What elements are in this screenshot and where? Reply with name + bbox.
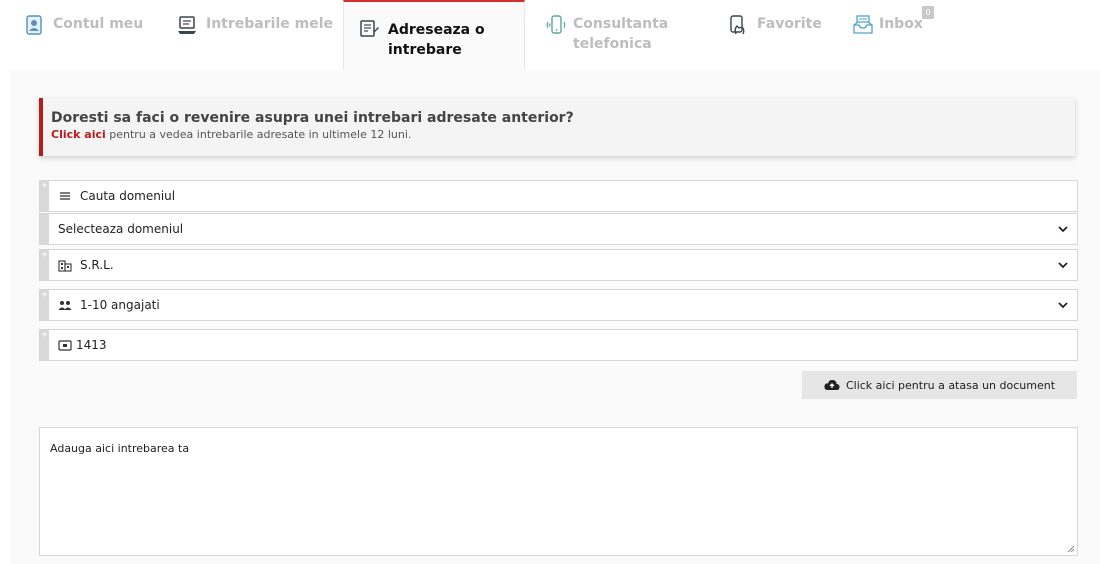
tab-adreseaza-intrebare[interactable]: Adreseaza o intrebare: [343, 0, 525, 70]
cloud-upload-icon: [824, 379, 840, 390]
required-bar: [40, 214, 49, 244]
employees-select[interactable]: * 1-10 angajati: [39, 289, 1078, 321]
notice-subtitle: Click aici pentru a vedea intrebarile ad…: [51, 127, 1075, 143]
tab-contul-meu[interactable]: Contul meu: [23, 0, 153, 70]
ask-question-panel: Doresti sa faci o revenire asupra unei i…: [10, 70, 1100, 564]
required-marker: *: [40, 250, 49, 280]
tab-label: Intrebarile mele: [206, 16, 333, 32]
ask-question-icon: [360, 20, 379, 37]
tab-label: Inbox: [879, 16, 923, 32]
required-marker: *: [40, 290, 49, 320]
tab-consultanta-telefonica[interactable]: Consultanta telefonica: [545, 0, 685, 70]
attach-document-button[interactable]: Click aici pentru a atasa un document: [802, 371, 1077, 399]
account-icon: [26, 15, 42, 35]
tab-favorite[interactable]: Favorite: [727, 0, 837, 70]
question-textarea[interactable]: Adauga aici intrebarea ta: [39, 427, 1078, 556]
menu-lines-icon: [60, 192, 70, 200]
chevron-down-icon: [1058, 226, 1068, 233]
caen-code-input[interactable]: 1413: [76, 338, 1077, 352]
chevron-down-icon: [1058, 302, 1068, 309]
employees-value: 1-10 angajati: [80, 298, 160, 312]
required-marker: *: [40, 181, 49, 211]
domain-search-input[interactable]: Cauta domeniul: [80, 189, 1077, 203]
chevron-down-icon: [1058, 262, 1068, 269]
domain-search-field[interactable]: * Cauta domeniul: [39, 180, 1078, 212]
question-placeholder: Adauga aici intrebarea ta: [50, 442, 190, 455]
card-icon: [58, 340, 72, 351]
domain-select-value: Selecteaza domeniul: [58, 222, 184, 236]
attach-document-label: Click aici pentru a atasa un document: [845, 378, 1056, 392]
tab-inbox[interactable]: Inbox: [852, 0, 932, 70]
favorite-hand-icon: [730, 15, 745, 35]
domain-select[interactable]: Selecteaza domeniul: [39, 213, 1078, 245]
tab-label: Favorite: [757, 16, 822, 32]
company-type-select[interactable]: * S.R.L.: [39, 249, 1078, 281]
tab-bar: Contul meu Intrebarile mele Adreseaza o …: [0, 0, 1100, 70]
company-type-value: S.R.L.: [80, 258, 114, 272]
notice-subtitle-text: pentru a vedea intrebarile adresate in u…: [105, 128, 412, 141]
people-icon: [58, 301, 72, 310]
view-previous-questions-link[interactable]: Click aici: [51, 128, 106, 141]
phone-icon: [546, 15, 566, 34]
tab-label: Contul meu: [53, 16, 144, 32]
required-marker: *: [40, 330, 49, 360]
previous-question-notice: Doresti sa faci o revenire asupra unei i…: [39, 98, 1075, 156]
building-icon: [58, 260, 72, 272]
tab-intrebarile-mele[interactable]: Intrebarile mele: [176, 0, 336, 70]
notice-title: Doresti sa faci o revenire asupra unei i…: [51, 110, 574, 126]
caen-code-field[interactable]: * 1413: [39, 329, 1078, 361]
resize-grip-icon[interactable]: [1067, 545, 1075, 553]
tab-label: Consultanta telefonica: [573, 16, 669, 52]
inbox-icon: [853, 15, 873, 34]
laptop-icon: [178, 16, 196, 34]
tab-label: Adreseaza o intrebare: [388, 22, 485, 58]
inbox-count-badge: 0: [922, 6, 934, 19]
